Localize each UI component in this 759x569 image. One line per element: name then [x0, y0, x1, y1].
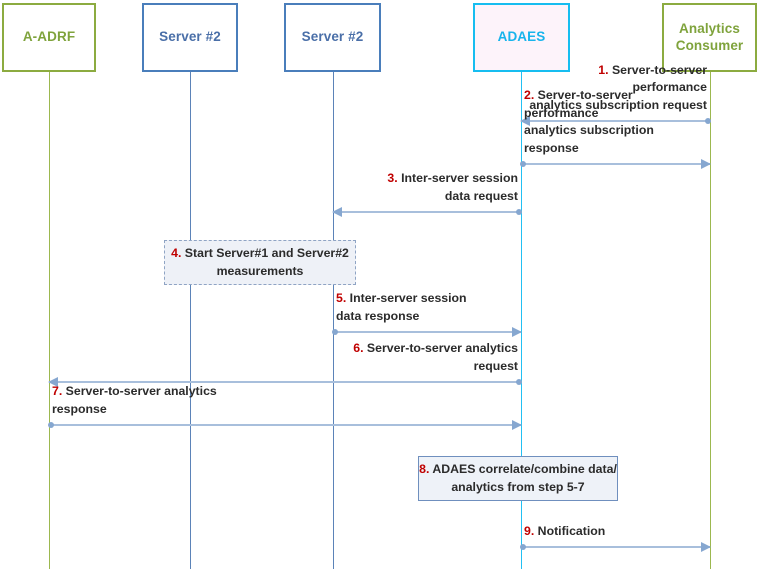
message-number: 9. — [524, 523, 535, 538]
message-label: 5. Inter-server session data response — [336, 290, 467, 325]
sequence-diagram: A-ADRF Server #2 Server #2 ADAES Analytics C… — [0, 0, 759, 569]
participant-server-2-left[interactable]: Server #2 — [142, 3, 238, 72]
participant-label: A-ADRF — [22, 29, 76, 45]
lifeline-analytics-consumer — [710, 72, 711, 569]
lifeline-a-adrf — [49, 72, 50, 569]
message-number: 3. — [387, 171, 398, 186]
message-line — [333, 211, 521, 213]
arrow-tail-dot-icon — [332, 329, 338, 335]
note-text: Start Server#1 and Server#2 measurements — [184, 246, 349, 278]
participant-label: ADAES — [497, 29, 546, 45]
arrow-head-icon — [332, 207, 342, 217]
participant-label: Server #2 — [159, 29, 221, 45]
participant-server-2-mid[interactable]: Server #2 — [284, 3, 381, 72]
arrow-tail-dot-icon — [520, 544, 526, 550]
arrow-tail-dot-icon — [516, 209, 522, 215]
arrow-head-icon — [512, 420, 522, 430]
message-line — [49, 424, 521, 426]
note-4[interactable]: 4. Start Server#1 and Server#2 measureme… — [164, 240, 356, 285]
note-label: 8. ADAES correlate/combine data/ analyti… — [419, 461, 617, 496]
message-label: 3. Inter-server session data request — [387, 170, 518, 205]
message-text: Inter-server session data request — [401, 171, 518, 203]
message-label: 2. Server-to-server performance analytic… — [524, 87, 710, 157]
message-text: Inter-server session data response — [336, 291, 467, 323]
participant-label: Server #2 — [301, 29, 364, 45]
message-number: 1. — [598, 62, 609, 77]
lifeline-server-2-left — [190, 72, 191, 569]
arrow-tail-dot-icon — [48, 422, 54, 428]
message-number: 2. — [524, 88, 535, 103]
participant-a-adrf[interactable]: A-ADRF — [2, 3, 96, 72]
message-text: Server-to-server analytics request — [366, 341, 518, 373]
message-line — [521, 546, 710, 548]
message-number: 7. — [52, 384, 63, 399]
message-text: Server-to-server performance analytics s… — [524, 88, 654, 155]
arrow-head-icon — [512, 327, 522, 337]
message-line — [333, 331, 521, 333]
note-number: 4. — [171, 246, 182, 261]
arrow-head-icon — [701, 159, 711, 169]
message-label: 7. Server-to-server analytics response — [52, 383, 217, 418]
note-label: 4. Start Server#1 and Server#2 measureme… — [171, 245, 349, 280]
arrow-tail-dot-icon — [516, 379, 522, 385]
note-8[interactable]: 8. ADAES correlate/combine data/ analyti… — [418, 456, 618, 501]
message-label: 9. Notification — [524, 523, 605, 540]
message-number: 6. — [353, 341, 364, 356]
arrow-head-icon — [701, 542, 711, 552]
message-label: 6. Server-to-server analytics request — [353, 340, 518, 375]
note-text: ADAES correlate/combine data/ analytics … — [432, 462, 617, 494]
note-number: 8. — [419, 462, 430, 477]
message-text: Notification — [534, 523, 606, 538]
message-line — [521, 163, 710, 165]
participant-label: Analytics Consumer — [675, 21, 744, 53]
lifeline-server-2-mid — [333, 72, 334, 569]
arrow-tail-dot-icon — [520, 161, 526, 167]
message-text: Server-to-server analytics response — [52, 384, 217, 416]
message-number: 5. — [336, 291, 347, 306]
